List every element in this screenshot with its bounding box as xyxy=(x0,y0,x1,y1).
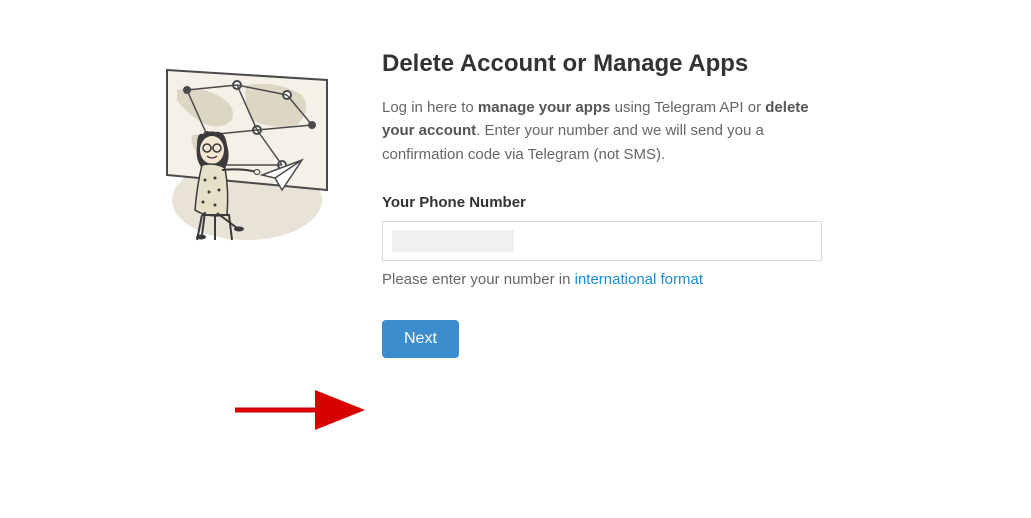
helper-prefix: Please enter your number in xyxy=(382,271,575,288)
international-format-link[interactable]: international format xyxy=(575,271,703,288)
main-content: Delete Account or Manage Apps Log in her… xyxy=(382,50,842,358)
telegram-illustration xyxy=(147,50,347,250)
desc-text: using Telegram API or xyxy=(610,99,765,116)
desc-emphasis-manage: manage your apps xyxy=(478,99,611,116)
page-description: Log in here to manage your apps using Te… xyxy=(382,96,842,166)
page-title: Delete Account or Manage Apps xyxy=(382,50,842,78)
helper-text: Please enter your number in internationa… xyxy=(382,271,842,288)
phone-input[interactable] xyxy=(382,221,822,261)
desc-text: Log in here to xyxy=(382,99,478,116)
annotation-arrow-icon xyxy=(230,390,380,430)
next-button[interactable]: Next xyxy=(382,320,459,358)
phone-field-label: Your Phone Number xyxy=(382,194,842,211)
